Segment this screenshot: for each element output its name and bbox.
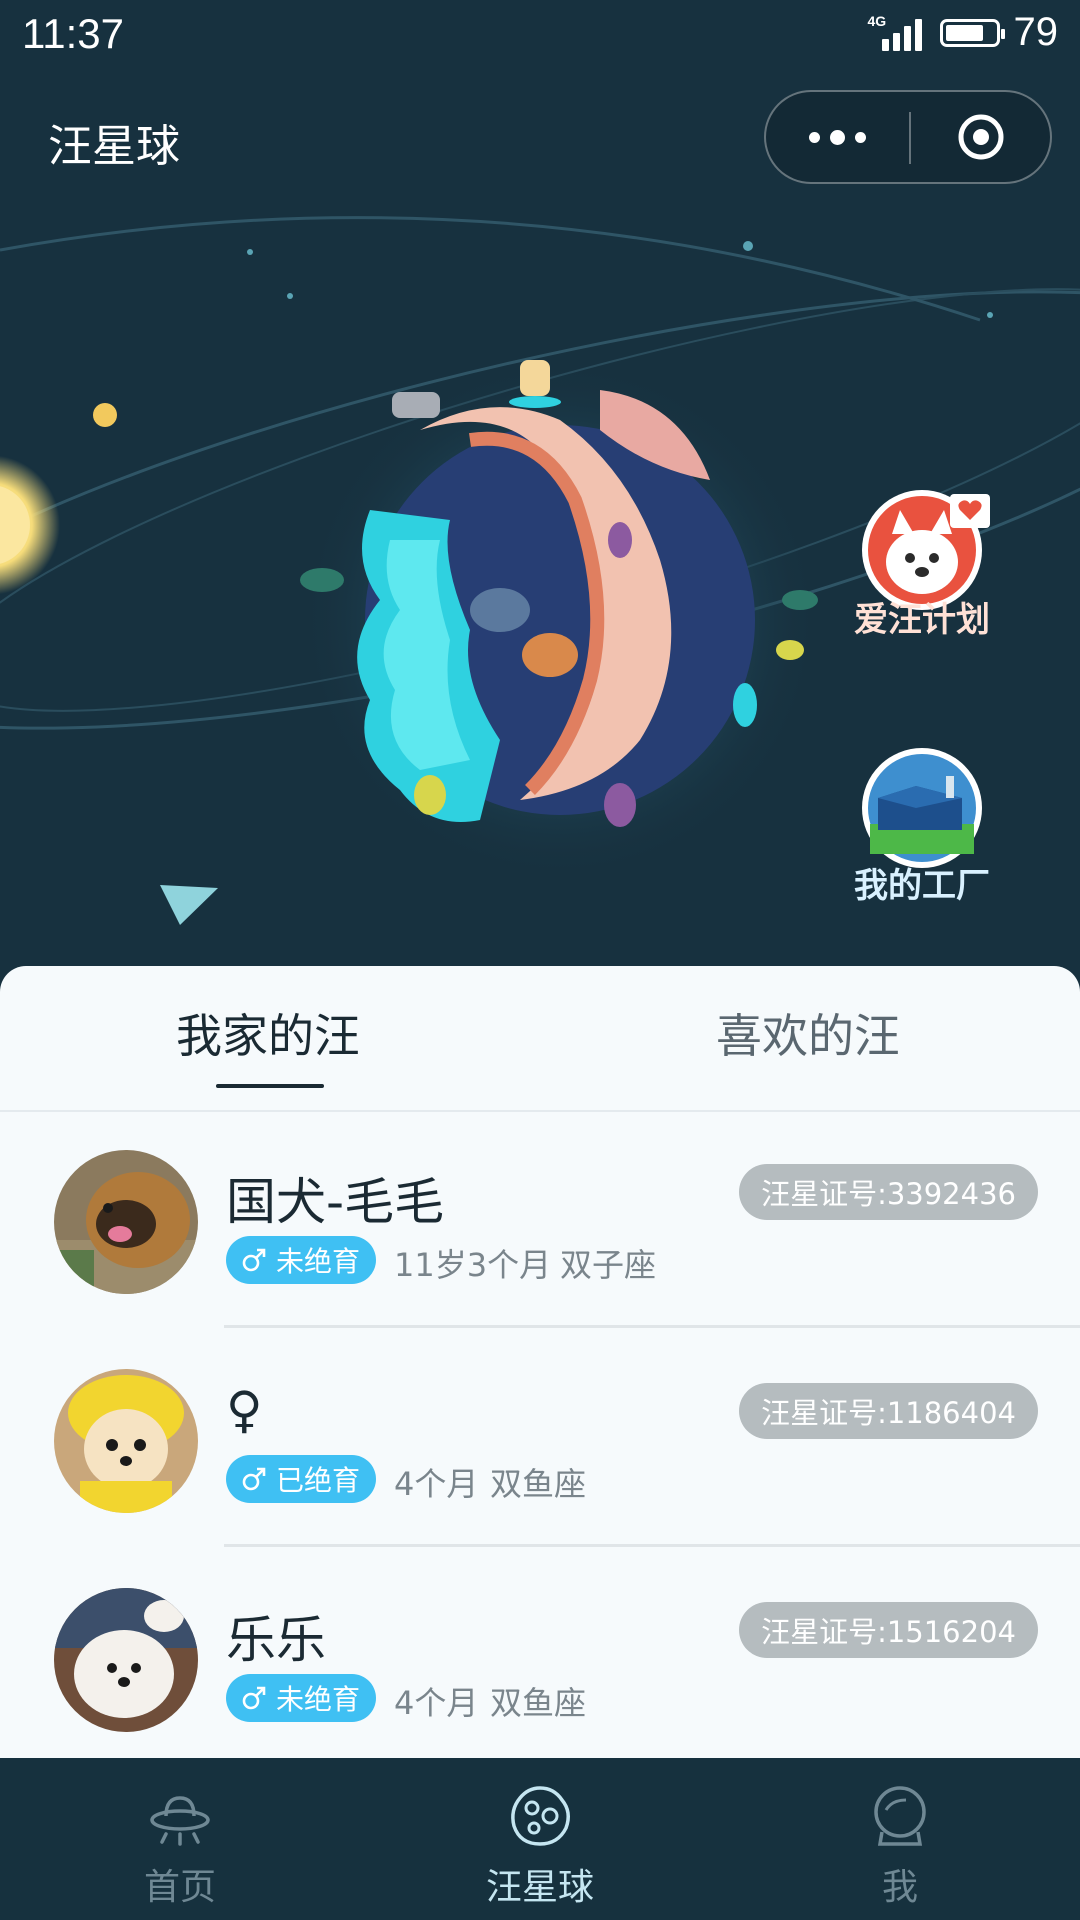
neuter-status: 已绝育: [276, 1464, 361, 1497]
network-type: 4G: [867, 12, 887, 29]
tabbar-item-me[interactable]: 我: [720, 1758, 1080, 1920]
dog-name: 国犬-毛毛: [226, 1173, 445, 1231]
planet-icon: [511, 1786, 570, 1846]
my-factory-button[interactable]: 我的工厂: [852, 746, 992, 906]
dog-age: 11岁3个月: [394, 1246, 552, 1284]
close-target-icon[interactable]: [956, 112, 1006, 162]
male-icon: [242, 1467, 266, 1491]
bottom-tab-bar: 首页 汪星球 我: [0, 1758, 1080, 1920]
dog-zodiac: 双子座: [560, 1246, 657, 1284]
more-button[interactable]: [766, 92, 909, 182]
dog-avatar: [54, 1588, 198, 1732]
male-icon: [242, 1248, 266, 1272]
status-time: 11:37: [22, 10, 124, 57]
tabbar-item-planet[interactable]: 汪星球: [360, 1758, 720, 1920]
status-icons: 4G 79: [868, 10, 1059, 55]
signal-icon: 4G: [868, 13, 926, 53]
dog-age: 4个月: [394, 1684, 479, 1722]
love-plan-label: 爱汪计划: [854, 600, 990, 640]
dog-list-item[interactable]: 国犬-毛毛 未绝育 11岁3个月 双子座 汪星证号:3392436: [0, 1110, 1080, 1328]
gender-neuter-badge: 已绝育: [226, 1455, 377, 1503]
dog-avatar: [54, 1150, 198, 1294]
neuter-status: 未绝育: [276, 1245, 361, 1278]
active-tab-indicator: [216, 1084, 324, 1088]
dog-zodiac: 双鱼座: [490, 1465, 587, 1503]
dog-list-item[interactable]: ♀ 已绝育 4个月 双鱼座 汪星证号:1186404: [0, 1329, 1080, 1547]
tab-liked-dogs[interactable]: 喜欢的汪: [716, 1000, 900, 1066]
dog-id-badge: 汪星证号:3392436: [739, 1164, 1038, 1220]
dog-name: ♀: [226, 1381, 263, 1439]
dog-id-badge: 汪星证号:1186404: [739, 1383, 1038, 1439]
segment-tabs: 我家的汪 喜欢的汪: [0, 966, 1080, 1112]
tabbar-item-home[interactable]: 首页: [0, 1758, 360, 1920]
status-bar: 11:37 4G 79: [0, 0, 1080, 70]
mini-program-capsule: [764, 90, 1052, 184]
love-plan-button[interactable]: 爱汪计划: [852, 488, 992, 640]
astronaut-helmet-icon: [874, 1786, 926, 1846]
dog-list-item[interactable]: 乐乐 未绝育 4个月 双鱼座 汪星证号:1516204: [0, 1548, 1080, 1758]
male-icon: [242, 1686, 266, 1710]
battery-level: 79: [1013, 10, 1059, 54]
neuter-status: 未绝育: [276, 1683, 361, 1716]
page-title: 汪星球: [48, 121, 180, 172]
dog-name: 乐乐: [226, 1611, 326, 1669]
tabbar-label-home: 首页: [143, 1867, 216, 1908]
dog-avatar: [54, 1369, 198, 1513]
dog-zodiac: 双鱼座: [490, 1684, 587, 1722]
battery-icon: [939, 18, 1005, 47]
dog-list-panel: 我家的汪 喜欢的汪 国犬-毛毛 未绝育 11岁3个月 双子座 汪星证号:3392…: [0, 966, 1080, 1758]
gender-neuter-badge: 未绝育: [226, 1236, 377, 1284]
gender-neuter-badge: 未绝育: [226, 1674, 377, 1722]
ufo-icon: [150, 1796, 210, 1846]
my-factory-label: 我的工厂: [854, 866, 990, 906]
dog-age: 4个月: [394, 1465, 479, 1503]
tabbar-label-me: 我: [881, 1867, 918, 1908]
dog-id-badge: 汪星证号:1516204: [739, 1602, 1038, 1658]
tabbar-label-planet: 汪星球: [485, 1867, 594, 1908]
tab-my-dogs[interactable]: 我家的汪: [176, 1000, 360, 1066]
